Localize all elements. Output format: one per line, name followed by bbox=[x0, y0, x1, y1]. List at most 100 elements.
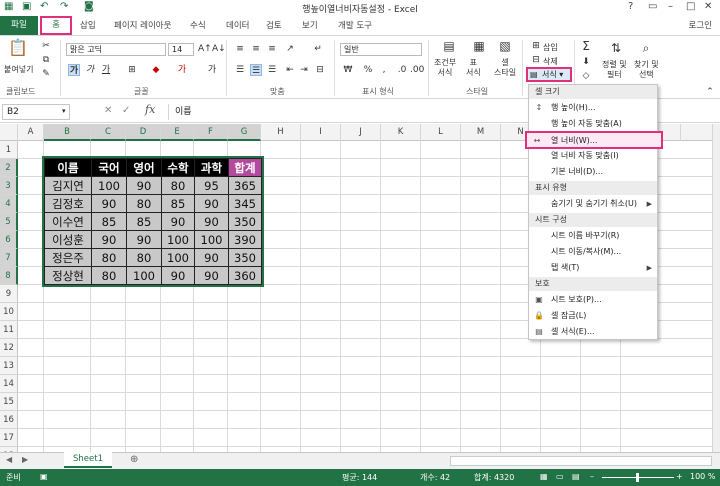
conditional-format-icon[interactable]: ▤ bbox=[440, 40, 458, 56]
orientation-icon[interactable]: ↗ bbox=[284, 43, 296, 55]
table-cell[interactable]: 350 bbox=[228, 212, 262, 231]
column-header[interactable]: B bbox=[44, 124, 91, 141]
font-color-icon[interactable]: 가 bbox=[176, 64, 188, 76]
format-painter-icon[interactable]: ✎ bbox=[40, 68, 52, 80]
paste-button[interactable]: 붙여넣기 bbox=[4, 64, 33, 75]
find-select-icon[interactable]: ⌕ bbox=[638, 42, 654, 58]
page-layout-view-icon[interactable]: ▭ bbox=[556, 472, 564, 481]
enter-icon[interactable]: ✓ bbox=[122, 105, 130, 116]
row-header[interactable]: 13 bbox=[0, 357, 18, 375]
row-header[interactable]: 7 bbox=[0, 249, 18, 267]
menu-item[interactable]: 열 너비 자동 맞춤(I) bbox=[529, 148, 657, 164]
find-select-button[interactable]: 찾기 및 선택 bbox=[634, 60, 659, 80]
close-icon[interactable]: ✕ bbox=[704, 1, 712, 12]
comma-button[interactable]: , bbox=[378, 64, 390, 76]
table-header-cell[interactable]: 합계 bbox=[228, 158, 262, 177]
align-right-icon[interactable]: ☰ bbox=[266, 64, 278, 76]
number-format-combo[interactable]: 일반 bbox=[340, 43, 422, 56]
table-header-cell[interactable]: 영어 bbox=[126, 158, 162, 177]
cut-icon[interactable]: ✂ bbox=[40, 40, 52, 52]
tab-insert[interactable]: 삽입 bbox=[80, 19, 96, 31]
italic-icon[interactable]: 가 bbox=[84, 64, 96, 76]
table-cell[interactable]: 80 bbox=[161, 176, 195, 195]
align-center-icon[interactable]: ☰ bbox=[250, 64, 262, 76]
table-header-cell[interactable]: 국어 bbox=[91, 158, 127, 177]
sheet-tab-sheet1[interactable]: Sheet1 bbox=[64, 452, 112, 468]
zoom-out-icon[interactable]: – bbox=[590, 472, 594, 481]
normal-view-icon[interactable]: ▦ bbox=[540, 472, 548, 481]
cell-styles-icon[interactable]: ▧ bbox=[496, 40, 514, 56]
row-header[interactable]: 14 bbox=[0, 375, 18, 393]
row-header[interactable]: 15 bbox=[0, 393, 18, 411]
row-header[interactable]: 11 bbox=[0, 321, 18, 339]
delete-cells-icon[interactable]: ⊟ bbox=[530, 54, 542, 66]
delete-button[interactable]: 삭제 bbox=[543, 56, 558, 67]
row-header[interactable]: 17 bbox=[0, 429, 18, 447]
table-cell[interactable]: 정상현 bbox=[44, 266, 92, 285]
collapse-ribbon-icon[interactable]: ⌃ bbox=[704, 86, 716, 98]
zoom-level[interactable]: 100 % bbox=[690, 472, 715, 481]
menu-item[interactable]: 숨기기 및 숨기기 취소(U) ▶ bbox=[529, 196, 657, 212]
row-header[interactable]: 3 bbox=[0, 177, 18, 195]
fill-color-icon[interactable]: ◆ bbox=[150, 64, 162, 76]
new-sheet-icon[interactable]: ⊕ bbox=[130, 454, 138, 465]
table-cell[interactable]: 90 bbox=[194, 266, 229, 285]
clear-icon[interactable]: ◇ bbox=[580, 70, 592, 82]
align-left-icon[interactable]: ☰ bbox=[234, 64, 246, 76]
increase-decimal-icon[interactable]: .0 bbox=[396, 64, 408, 76]
table-cell[interactable]: 김지연 bbox=[44, 176, 92, 195]
table-cell[interactable]: 100 bbox=[91, 176, 127, 195]
column-header[interactable]: E bbox=[161, 124, 194, 141]
menu-item[interactable]: ↔ 열 너비(W)... bbox=[525, 131, 663, 149]
font-name-combo[interactable]: 맑은 고딕 bbox=[66, 43, 166, 56]
percent-button[interactable]: % bbox=[362, 64, 374, 76]
column-header[interactable]: M bbox=[461, 124, 501, 141]
tab-page-layout[interactable]: 페이지 레이아웃 bbox=[114, 19, 171, 31]
help-icon[interactable]: ? bbox=[628, 1, 633, 12]
merge-center-icon[interactable]: ⊟ bbox=[314, 64, 326, 76]
menu-item[interactable]: 기본 너비(D)... bbox=[529, 164, 657, 180]
menu-item[interactable]: 탭 색(T) ▶ bbox=[529, 260, 657, 276]
column-header[interactable]: J bbox=[341, 124, 381, 141]
font-size-combo[interactable]: 14 bbox=[168, 43, 194, 56]
zoom-slider-thumb[interactable] bbox=[636, 473, 639, 482]
ribbon-options-icon[interactable]: ▭ bbox=[648, 1, 657, 12]
zoom-in-icon[interactable]: + bbox=[676, 472, 683, 481]
table-cell[interactable]: 90 bbox=[161, 266, 195, 285]
accounting-icon[interactable]: ₩ bbox=[342, 64, 354, 76]
select-all-corner[interactable] bbox=[0, 124, 18, 141]
table-cell[interactable]: 360 bbox=[228, 266, 262, 285]
table-cell[interactable]: 김정호 bbox=[44, 194, 92, 213]
table-cell[interactable]: 이수연 bbox=[44, 212, 92, 231]
table-cell[interactable]: 80 bbox=[126, 194, 162, 213]
tab-developer[interactable]: 개발 도구 bbox=[338, 19, 372, 31]
table-cell[interactable]: 85 bbox=[126, 212, 162, 231]
fill-icon[interactable]: ⬇ bbox=[580, 56, 592, 68]
table-cell[interactable]: 90 bbox=[161, 212, 195, 231]
cancel-icon[interactable]: ✕ bbox=[104, 105, 112, 116]
bold-icon[interactable]: 가 bbox=[68, 64, 80, 76]
tab-view[interactable]: 보기 bbox=[302, 19, 318, 31]
table-cell[interactable]: 100 bbox=[161, 248, 195, 267]
insert-cells-icon[interactable]: ⊞ bbox=[530, 40, 542, 52]
table-cell[interactable]: 350 bbox=[228, 248, 262, 267]
table-cell[interactable]: 90 bbox=[126, 230, 162, 249]
row-header[interactable]: 5 bbox=[0, 213, 18, 231]
table-cell[interactable]: 90 bbox=[126, 176, 162, 195]
menu-item[interactable]: 시트 이동/복사(M)... bbox=[529, 244, 657, 260]
table-cell[interactable]: 100 bbox=[161, 230, 195, 249]
tab-formulas[interactable]: 수식 bbox=[190, 19, 206, 31]
table-cell[interactable]: 90 bbox=[194, 194, 229, 213]
paste-icon[interactable]: 📋 bbox=[8, 40, 28, 62]
table-cell[interactable]: 이성훈 bbox=[44, 230, 92, 249]
row-header[interactable]: 1 bbox=[0, 141, 18, 159]
name-box-dropdown-icon[interactable]: ▾ bbox=[62, 107, 66, 115]
row-header[interactable]: 16 bbox=[0, 411, 18, 429]
table-cell[interactable]: 90 bbox=[194, 212, 229, 231]
table-cell[interactable]: 90 bbox=[91, 194, 127, 213]
increase-font-icon[interactable]: A↑ bbox=[198, 43, 212, 55]
tab-review[interactable]: 검토 bbox=[266, 19, 282, 31]
menu-item[interactable]: ↕ 행 높이(H)... bbox=[529, 100, 657, 116]
insert-button[interactable]: 삽입 bbox=[543, 42, 558, 53]
column-header[interactable]: I bbox=[301, 124, 341, 141]
